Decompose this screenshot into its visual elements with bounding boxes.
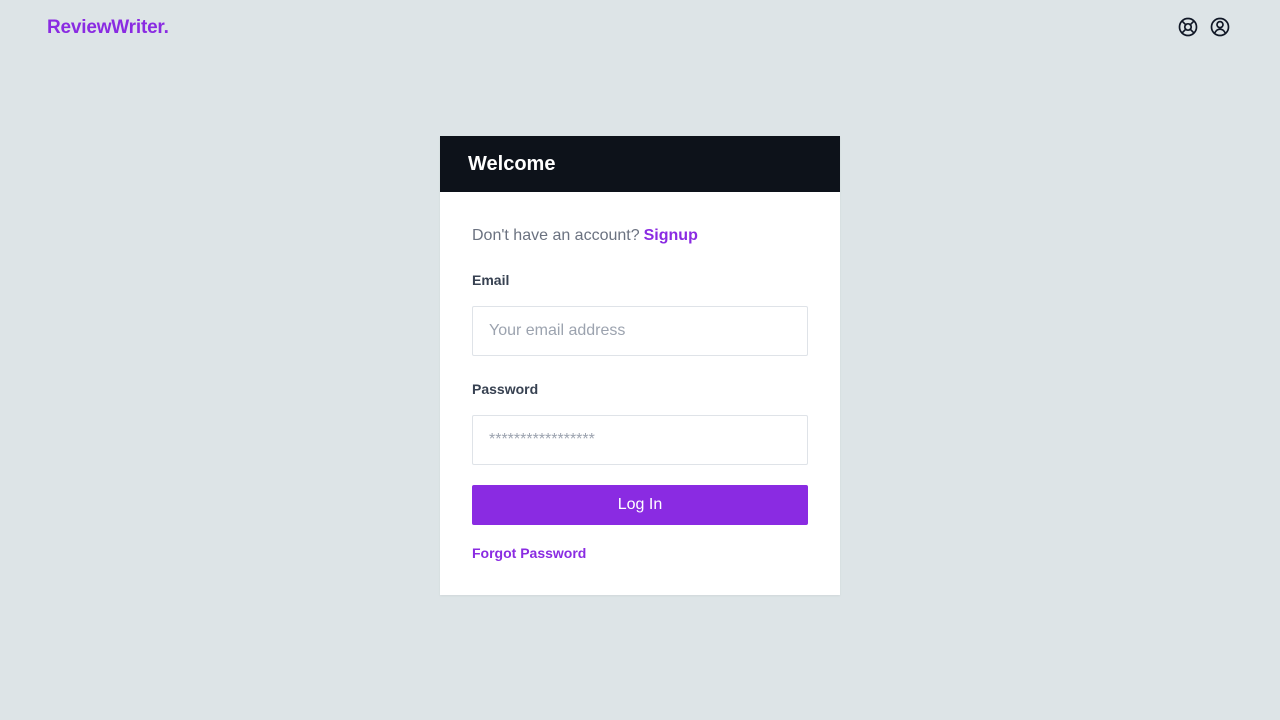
help-icon[interactable]	[1178, 17, 1198, 37]
user-icon[interactable]	[1210, 17, 1230, 37]
login-card: Welcome Don't have an account? Signup Em…	[440, 136, 840, 595]
password-label: Password	[472, 381, 539, 397]
top-navigation: ReviewWriter.	[0, 0, 1280, 56]
login-card-header: Welcome	[440, 136, 840, 192]
signup-prompt: Don't have an account?	[472, 227, 640, 244]
email-label: Email	[472, 272, 510, 288]
signup-prompt-row: Don't have an account? Signup	[472, 226, 808, 246]
top-icons	[1178, 17, 1230, 37]
forgot-password-link[interactable]: Forgot Password	[472, 544, 586, 562]
brand-logo[interactable]: ReviewWriter.	[47, 17, 169, 39]
login-form: Don't have an account? Signup Email Pass…	[440, 192, 840, 563]
email-input[interactable]	[472, 306, 808, 356]
password-input[interactable]	[472, 415, 808, 465]
signup-link[interactable]: Signup	[644, 226, 698, 246]
login-button[interactable]: Log In	[472, 485, 808, 525]
login-title: Welcome	[468, 153, 556, 175]
